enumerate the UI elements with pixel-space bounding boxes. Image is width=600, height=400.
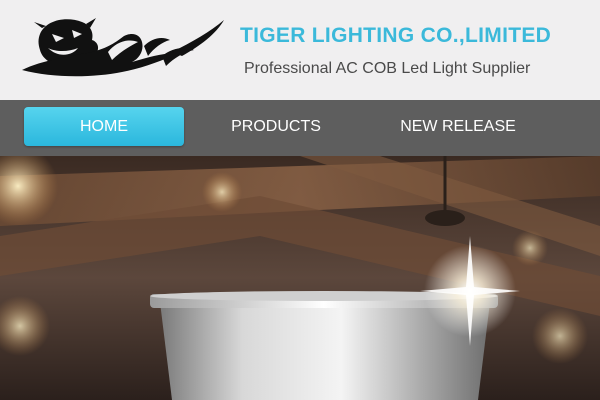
nav-item-products[interactable]: PRODUCTS — [206, 107, 346, 146]
nav-item-new-release[interactable]: NEW RELEASE — [380, 107, 536, 146]
site-header: TIGER LIGHTING CO.,LIMITED Professional … — [0, 0, 600, 100]
main-nav: HOME PRODUCTS NEW RELEASE — [0, 100, 600, 156]
company-tagline: Professional AC COB Led Light Supplier — [244, 60, 531, 77]
led-downlight-banner-image — [0, 156, 600, 400]
company-name: TIGER LIGHTING CO.,LIMITED — [240, 24, 552, 47]
tiger-logo-icon[interactable] — [12, 12, 227, 80]
nav-item-home[interactable]: HOME — [24, 107, 184, 146]
hero-banner[interactable] — [0, 156, 600, 400]
